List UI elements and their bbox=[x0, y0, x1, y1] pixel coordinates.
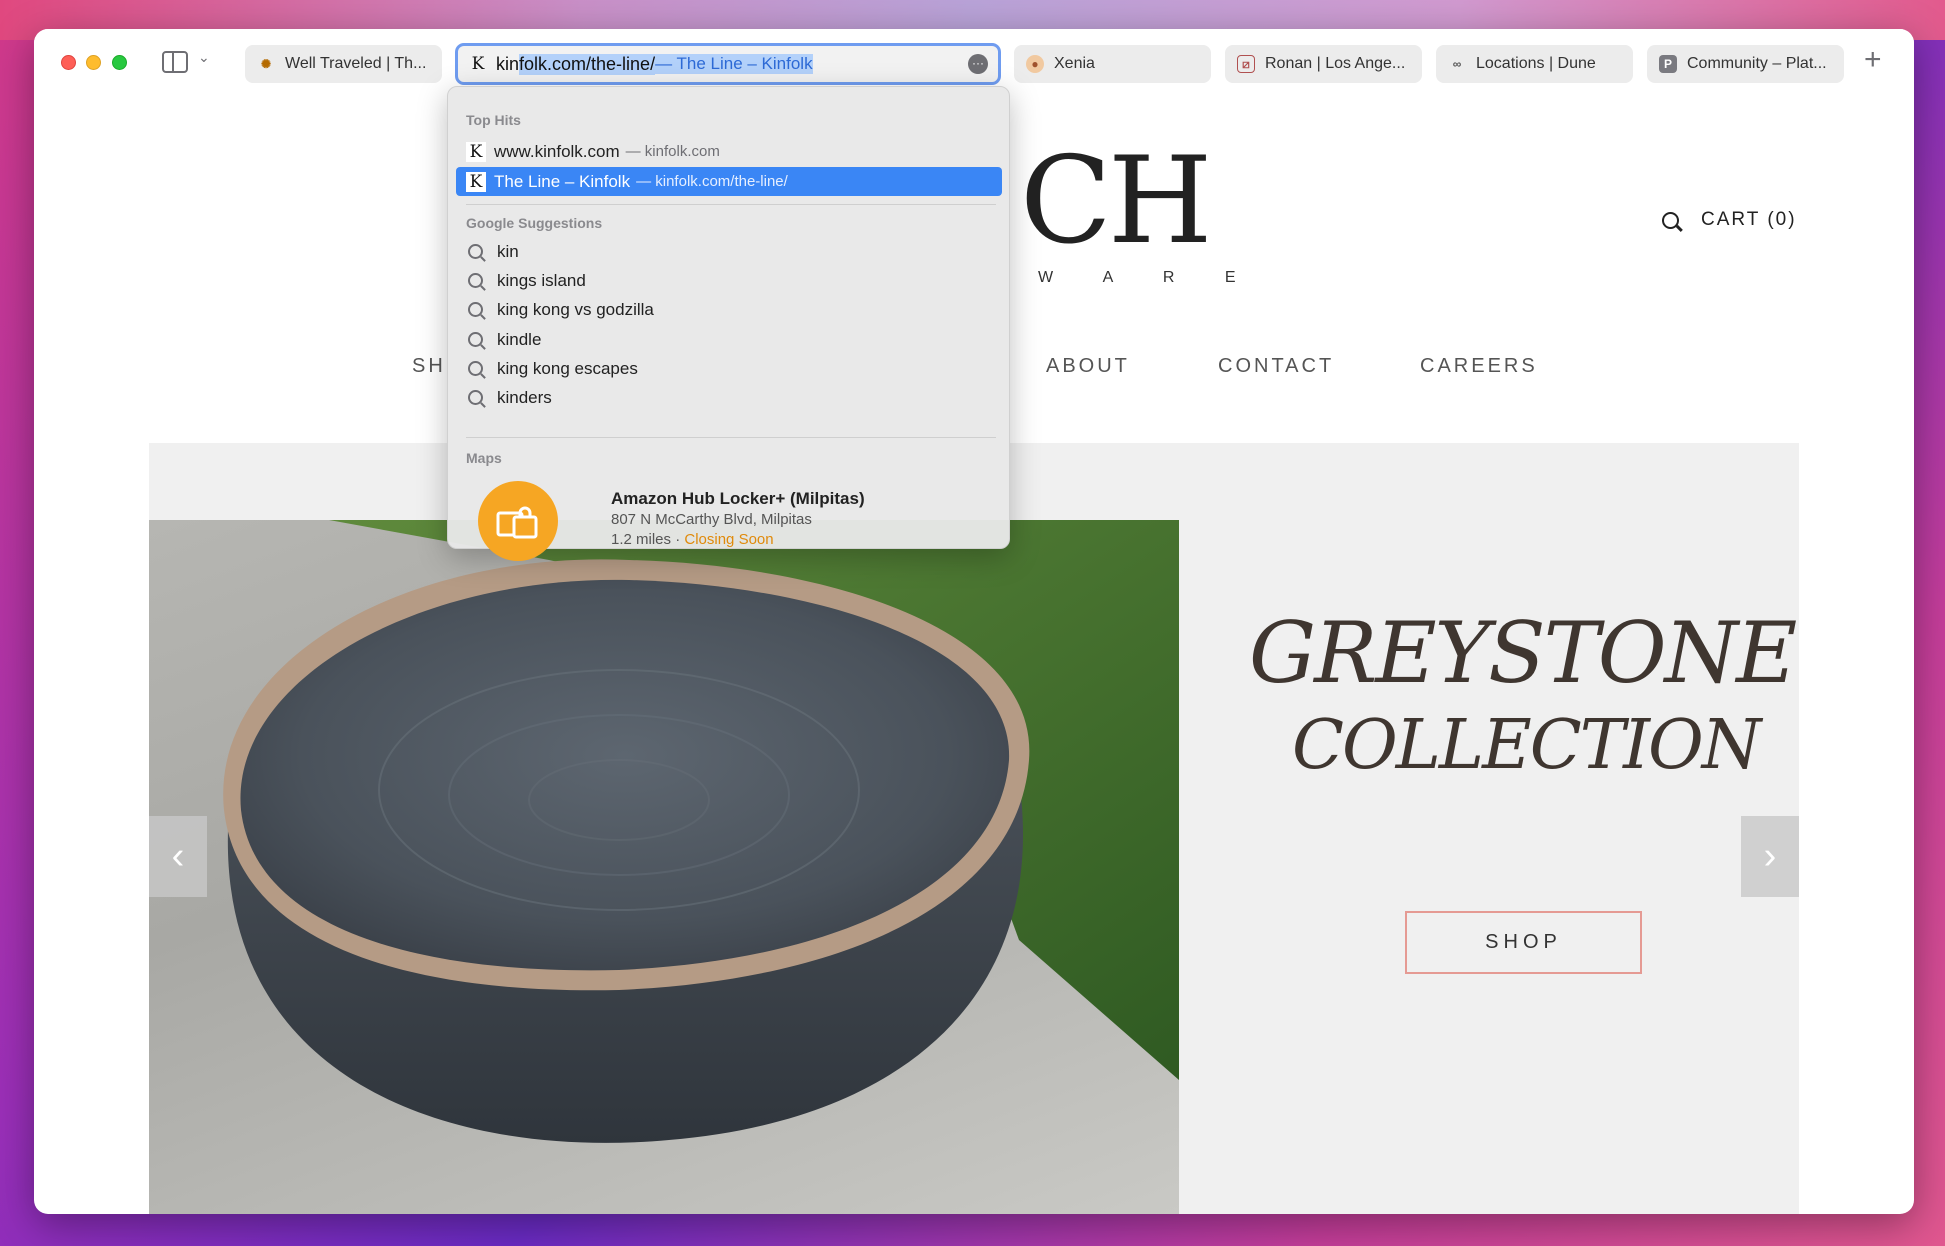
tab-dune[interactable]: ∞ Locations | Dune bbox=[1436, 45, 1633, 83]
nav-about[interactable]: ABOUT bbox=[1046, 355, 1130, 378]
ronan-icon: ⧄ bbox=[1237, 55, 1255, 73]
dune-icon: ∞ bbox=[1452, 57, 1462, 71]
zoom-window-button[interactable] bbox=[112, 55, 127, 70]
hero-title-line1: GREYSTONE bbox=[1249, 604, 1797, 702]
search-icon bbox=[468, 332, 483, 347]
kinfolk-favicon-icon: K bbox=[466, 171, 486, 192]
map-result-meta: 1.2 miles · Closing Soon bbox=[611, 531, 774, 548]
kinfolk-favicon-icon: K bbox=[471, 54, 485, 74]
google-suggestions-header: Google Suggestions bbox=[466, 215, 603, 231]
hero-title-line2: COLLECTION bbox=[1292, 706, 1761, 785]
top-hits-header: Top Hits bbox=[466, 112, 521, 128]
divider bbox=[466, 204, 996, 205]
suggestion-item[interactable]: kings island bbox=[456, 266, 1002, 295]
tab-label: Ronan | Los Ange... bbox=[1265, 55, 1406, 72]
sun-icon: ✺ bbox=[260, 57, 272, 71]
shop-button[interactable]: SHOP bbox=[1405, 911, 1642, 974]
hero-bowl-image bbox=[149, 520, 1179, 1214]
shopping-bag-icon bbox=[478, 481, 558, 561]
suggestion-item[interactable]: kindle bbox=[456, 325, 1002, 354]
p-icon: P bbox=[1659, 55, 1677, 73]
tab-label: Xenia bbox=[1054, 55, 1095, 72]
suggestion-text: kings island bbox=[497, 270, 586, 290]
chevron-down-icon[interactable]: ⌄ bbox=[198, 49, 210, 66]
top-hit-item-selected[interactable]: K The Line – Kinfolk — kinfolk.com/the-l… bbox=[456, 167, 1002, 196]
search-icon bbox=[468, 302, 483, 317]
site-logo[interactable]: CH bbox=[1020, 142, 1212, 262]
suggestion-item[interactable]: king kong vs godzilla bbox=[456, 295, 1002, 324]
close-window-button[interactable] bbox=[61, 55, 76, 70]
top-hit-hint: — kinfolk.com bbox=[625, 143, 720, 160]
suggestion-text: kinders bbox=[497, 387, 552, 407]
tab-label: Community – Plat... bbox=[1687, 55, 1827, 72]
address-bar[interactable]: K kin folk.com/the-line/ — The Line – Kin… bbox=[455, 43, 1001, 85]
carousel-prev-button[interactable]: ‹ bbox=[149, 816, 207, 897]
address-autocomplete-title: — The Line – Kinfolk bbox=[655, 54, 813, 74]
address-suggestions-dropdown: Top Hits K www.kinfolk.com — kinfolk.com… bbox=[447, 86, 1010, 561]
maps-header: Maps bbox=[466, 450, 502, 466]
more-options-icon[interactable]: ··· bbox=[968, 54, 988, 74]
sidebar-toggle-icon[interactable] bbox=[162, 51, 188, 73]
browser-window: ⌄ ✺ Well Traveled | Th... K kin folk.com/… bbox=[34, 29, 1914, 1214]
tab-well-traveled[interactable]: ✺ Well Traveled | Th... bbox=[245, 45, 442, 83]
xenia-icon: ● bbox=[1026, 55, 1044, 73]
nav-careers[interactable]: CAREERS bbox=[1420, 355, 1538, 378]
site-logo-subtitle: W A R E bbox=[1038, 269, 1259, 286]
suggestion-item[interactable]: kinders bbox=[456, 383, 1002, 412]
search-icon bbox=[468, 390, 483, 405]
suggestion-item[interactable]: king kong escapes bbox=[456, 354, 1002, 383]
nav-contact[interactable]: CONTACT bbox=[1218, 355, 1334, 378]
tab-xenia[interactable]: ● Xenia bbox=[1014, 45, 1211, 83]
top-hit-item[interactable]: K www.kinfolk.com — kinfolk.com bbox=[456, 137, 1002, 166]
suggestion-item[interactable]: kin bbox=[456, 237, 1002, 266]
nav-shop[interactable]: SH bbox=[412, 355, 446, 378]
tab-label: Locations | Dune bbox=[1476, 55, 1596, 72]
divider bbox=[466, 437, 996, 438]
top-hit-title: The Line – Kinfolk bbox=[494, 171, 631, 191]
tab-label: Well Traveled | Th... bbox=[285, 55, 427, 72]
search-icon bbox=[468, 361, 483, 376]
tab-community[interactable]: P Community – Plat... bbox=[1647, 45, 1844, 83]
cart-link[interactable]: CART (0) bbox=[1662, 209, 1797, 231]
suggestion-text: kindle bbox=[497, 329, 542, 349]
minimize-window-button[interactable] bbox=[86, 55, 101, 70]
suggestion-text: king kong vs godzilla bbox=[497, 299, 654, 319]
address-autocomplete-text: folk.com/the-line/ bbox=[519, 53, 656, 75]
search-icon[interactable] bbox=[1662, 211, 1679, 229]
map-result-status: Closing Soon bbox=[684, 531, 774, 548]
top-hit-hint: — kinfolk.com/the-line/ bbox=[636, 173, 788, 190]
cart-label: CART (0) bbox=[1701, 209, 1797, 230]
map-result-name[interactable]: Amazon Hub Locker+ (Milpitas) bbox=[611, 489, 865, 509]
kinfolk-favicon-icon: K bbox=[466, 141, 486, 162]
new-tab-button[interactable]: + bbox=[1864, 43, 1882, 77]
suggestion-text: kin bbox=[497, 241, 519, 261]
map-result-address: 807 N McCarthy Blvd, Milpitas bbox=[611, 511, 812, 528]
search-icon bbox=[468, 273, 483, 288]
top-hit-title: www.kinfolk.com bbox=[494, 141, 620, 161]
search-icon bbox=[468, 244, 483, 259]
carousel-next-button[interactable]: › bbox=[1741, 816, 1799, 897]
map-result-distance: 1.2 miles bbox=[611, 531, 672, 548]
tab-ronan[interactable]: ⧄ Ronan | Los Ange... bbox=[1225, 45, 1422, 83]
map-result-separator: · bbox=[675, 531, 681, 548]
suggestion-text: king kong escapes bbox=[497, 358, 638, 378]
address-typed-text: kin bbox=[496, 53, 520, 74]
